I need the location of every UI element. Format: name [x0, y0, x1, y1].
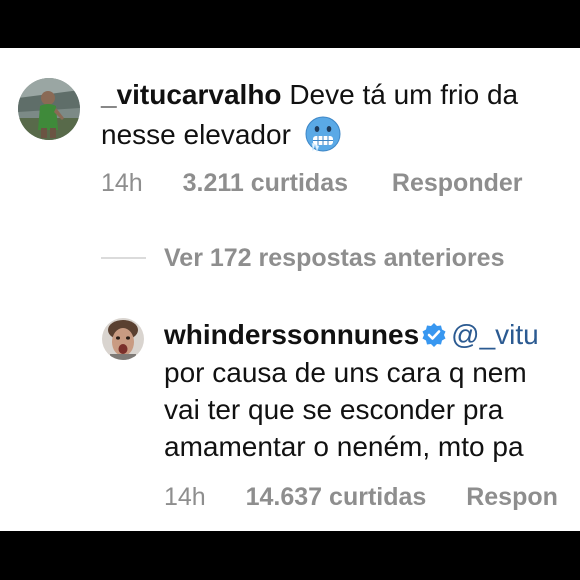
top-letterbox [0, 0, 580, 48]
comment-body-2: nesse elevador [101, 119, 291, 150]
bottom-letterbox [0, 531, 580, 580]
comments-panel: _vitucarvalho Deve tá um frio da nesse e… [0, 48, 580, 531]
comment-body-1: Deve tá um frio da [289, 79, 519, 110]
cold-face-emoji-icon [305, 116, 341, 152]
reply-body-3: amamentar o neném, mto pa [164, 431, 524, 462]
view-previous-replies-button[interactable]: Ver 172 respostas anteriores [164, 243, 504, 273]
avatar[interactable] [18, 78, 80, 140]
comment-text-line-2: nesse elevador [101, 116, 341, 152]
comment-text-line-1: _vitucarvalho Deve tá um frio da [101, 78, 518, 112]
reply-body-1: por causa de uns cara q nem [164, 357, 527, 388]
reply-text-line-1: whinderssonnunes @_vitu [164, 318, 539, 352]
reply-body-2: vai ter que se esconder pra [164, 394, 504, 425]
reply-meta: 14h 14.637 curtidas Respon [164, 482, 558, 512]
verified-badge-icon [421, 322, 447, 348]
avatar[interactable] [102, 318, 144, 360]
reply-username[interactable]: whinderssonnunes [164, 319, 419, 350]
reply-time: 14h [164, 483, 206, 511]
comment-likes[interactable]: 3.211 curtidas [183, 169, 348, 197]
reply-mention[interactable]: @_vitu [451, 319, 539, 350]
comment-time: 14h [101, 169, 143, 197]
comment-meta: 14h 3.211 curtidas Responder [101, 168, 523, 198]
reply-likes[interactable]: 14.637 curtidas [246, 483, 427, 511]
reply-reply-button[interactable]: Respon [466, 483, 558, 511]
replies-divider [101, 257, 146, 259]
comment-reply-button[interactable]: Responder [392, 169, 523, 197]
comment-username[interactable]: _vitucarvalho [101, 79, 282, 110]
